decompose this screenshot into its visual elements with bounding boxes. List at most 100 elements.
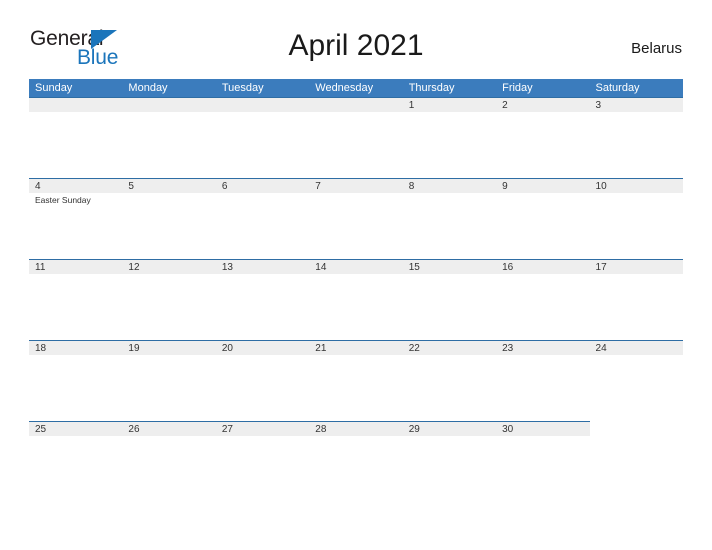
day-number: 28	[315, 424, 327, 435]
day-number: 20	[221, 343, 233, 354]
calendar-page: General Blue April 2021 Belarus Sunday Mo…	[0, 0, 712, 550]
day-cell-5[interactable]: 5	[122, 178, 216, 259]
day-cell-16[interactable]: 16	[496, 259, 590, 340]
day-number-band: 10	[589, 178, 683, 193]
day-number: 7	[315, 181, 321, 192]
day-number-band: 3	[589, 97, 683, 112]
day-number: 25	[35, 424, 47, 435]
weekday-header-wednesday: Wednesday	[315, 82, 374, 94]
day-cell-13[interactable]: 13	[215, 259, 310, 340]
day-number: 29	[408, 424, 420, 435]
day-number: 24	[595, 343, 607, 354]
day-number: 16	[502, 262, 514, 273]
day-number-band: 11	[29, 259, 123, 274]
day-number-band: 24	[589, 340, 683, 355]
day-number: 1	[408, 100, 415, 111]
day-number-band: 23	[496, 340, 590, 355]
day-cell-2[interactable]: 2	[496, 97, 590, 178]
weekday-header-monday: Monday	[128, 82, 168, 94]
day-number: 3	[595, 100, 602, 111]
day-cell-17[interactable]: 17	[589, 259, 683, 340]
day-number: 12	[128, 262, 140, 273]
day-number: 19	[128, 343, 140, 354]
calendar-weeks: 1 2 3 4 Easter Sunday 5 6 7 8 9 10 11 12 13 14 15 16 17 18…	[29, 97, 683, 502]
day-number-band: 13	[215, 259, 310, 274]
day-cell-empty	[29, 97, 123, 178]
day-number-band: 8	[402, 178, 497, 193]
day-cell-27[interactable]: 27	[215, 421, 310, 502]
day-number: 15	[408, 262, 420, 273]
page-title: April 2021	[288, 29, 424, 62]
day-cell-19[interactable]: 19	[122, 340, 216, 421]
day-cell-29[interactable]: 29	[402, 421, 497, 502]
day-number: 14	[315, 262, 327, 273]
day-number-band: 2	[496, 97, 590, 112]
day-cell-empty	[590, 421, 683, 502]
day-number-band: 19	[122, 340, 216, 355]
day-number-band: 26	[122, 421, 216, 436]
day-cell-26[interactable]: 26	[122, 421, 216, 502]
day-cell-11[interactable]: 11	[29, 259, 123, 340]
calendar-week-row: 18 19 20 21 22 23 24	[29, 340, 683, 421]
day-cell-14[interactable]: 14	[309, 259, 403, 340]
day-number: 11	[35, 262, 46, 273]
calendar-week-row: 4 Easter Sunday 5 6 7 8 9 10	[29, 178, 683, 259]
day-cell-9[interactable]: 9	[496, 178, 590, 259]
day-number-band: 12	[122, 259, 216, 274]
day-number: 8	[408, 181, 415, 192]
day-number: 2	[502, 100, 508, 111]
day-cell-20[interactable]: 20	[215, 340, 310, 421]
day-cell-18[interactable]: 18	[29, 340, 123, 421]
weekday-header-saturday: Saturday	[595, 82, 640, 94]
day-cell-24[interactable]: 24	[589, 340, 683, 421]
day-cell-10[interactable]: 10	[589, 178, 683, 259]
day-cell-4[interactable]: 4 Easter Sunday	[29, 178, 123, 259]
day-cell-empty	[215, 97, 310, 178]
day-number: 22	[408, 343, 420, 354]
day-number: 9	[502, 181, 508, 192]
day-cell-23[interactable]: 23	[496, 340, 590, 421]
day-number-band: 29	[402, 421, 497, 436]
day-number-band: 28	[309, 421, 403, 436]
calendar-week-row: 25 26 27 28 29 30	[29, 421, 683, 502]
day-number: 17	[595, 262, 607, 273]
day-cell-empty	[309, 97, 403, 178]
day-cell-30[interactable]: 30	[496, 421, 590, 502]
day-cell-22[interactable]: 22	[402, 340, 497, 421]
day-number-band: 20	[215, 340, 310, 355]
day-cell-6[interactable]: 6	[215, 178, 310, 259]
day-cell-15[interactable]: 15	[402, 259, 497, 340]
day-number-band: 5	[122, 178, 216, 193]
day-number-band: 6	[215, 178, 310, 193]
day-cell-21[interactable]: 21	[309, 340, 403, 421]
day-number-band: 9	[496, 178, 590, 193]
day-cell-28[interactable]: 28	[309, 421, 403, 502]
weekday-header-sunday: Sunday	[35, 82, 73, 94]
day-number-band: 30	[496, 421, 590, 436]
day-number-band: 17	[589, 259, 683, 274]
day-cell-25[interactable]: 25	[29, 421, 123, 502]
page-header: General Blue April 2021 Belarus	[0, 0, 712, 68]
day-number-band	[29, 97, 123, 112]
day-number-band: 16	[496, 259, 590, 274]
day-cell-empty	[122, 97, 216, 178]
day-number: 21	[315, 343, 327, 354]
calendar-week-row: 1 2 3	[29, 97, 683, 178]
holiday-label: Easter Sunday	[35, 195, 91, 205]
day-number-band	[309, 97, 403, 112]
day-number-band: 4	[29, 178, 123, 193]
day-cell-3[interactable]: 3	[589, 97, 683, 178]
day-number: 4	[35, 181, 41, 192]
day-number-band: 25	[29, 421, 123, 436]
day-cell-1[interactable]: 1	[402, 97, 497, 178]
day-cell-12[interactable]: 12	[122, 259, 216, 340]
day-number-band	[122, 97, 216, 112]
day-number-band: 1	[402, 97, 497, 112]
day-number-band	[590, 421, 683, 435]
calendar-week-row: 11 12 13 14 15 16 17	[29, 259, 683, 340]
day-number: 5	[128, 181, 134, 192]
weekday-header-row: Sunday Monday Tuesday Wednesday Thursday Frid…	[29, 79, 683, 97]
day-cell-7[interactable]: 7	[309, 178, 403, 259]
day-events: Easter Sunday	[35, 195, 119, 206]
day-cell-8[interactable]: 8	[402, 178, 497, 259]
